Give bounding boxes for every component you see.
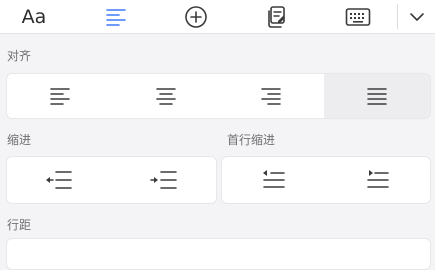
insert-plus-icon — [185, 5, 207, 28]
align-center-button[interactable] — [113, 74, 219, 118]
paragraph-align-icon — [106, 8, 126, 26]
increase-indent-button[interactable] — [112, 157, 217, 203]
decrease-indent-button[interactable] — [7, 157, 112, 203]
collapse-toolbar-button[interactable] — [398, 0, 435, 33]
first-line-indent-label: 首行缩进 — [227, 133, 276, 147]
insert-button[interactable] — [168, 0, 224, 33]
keyboard-icon — [345, 7, 371, 26]
align-justify-icon — [367, 88, 387, 105]
font-style-icon: Aa — [21, 5, 47, 28]
keyboard-button[interactable] — [330, 0, 386, 33]
font-style-button[interactable]: Aa — [6, 0, 62, 33]
line-spacing-group — [6, 238, 431, 270]
first-line-indent-group — [221, 156, 431, 204]
alignment-label: 对齐 — [7, 49, 32, 63]
align-justify-button[interactable] — [324, 74, 430, 118]
align-left-button[interactable] — [7, 74, 113, 118]
format-toolbar: Aa — [0, 0, 435, 34]
first-line-outdent-icon — [263, 170, 285, 188]
paragraph-format-tab[interactable] — [88, 0, 144, 33]
clipboard-button[interactable] — [249, 0, 305, 33]
alignment-group — [6, 73, 431, 119]
align-left-icon — [50, 88, 70, 105]
line-spacing-label: 行距 — [7, 218, 32, 232]
increase-indent-icon — [150, 171, 177, 189]
clipboard-edit-icon — [268, 5, 285, 28]
decrease-indent-icon — [46, 171, 72, 189]
chevron-down-icon — [409, 12, 424, 21]
align-right-button[interactable] — [219, 74, 325, 118]
first-line-indent-icon — [367, 170, 389, 188]
first-line-outdent-button[interactable] — [222, 157, 326, 203]
align-right-icon — [261, 88, 282, 105]
indent-group — [6, 156, 217, 204]
first-line-indent-button[interactable] — [326, 157, 430, 203]
align-center-icon — [155, 88, 176, 105]
indent-label: 缩进 — [7, 133, 32, 147]
